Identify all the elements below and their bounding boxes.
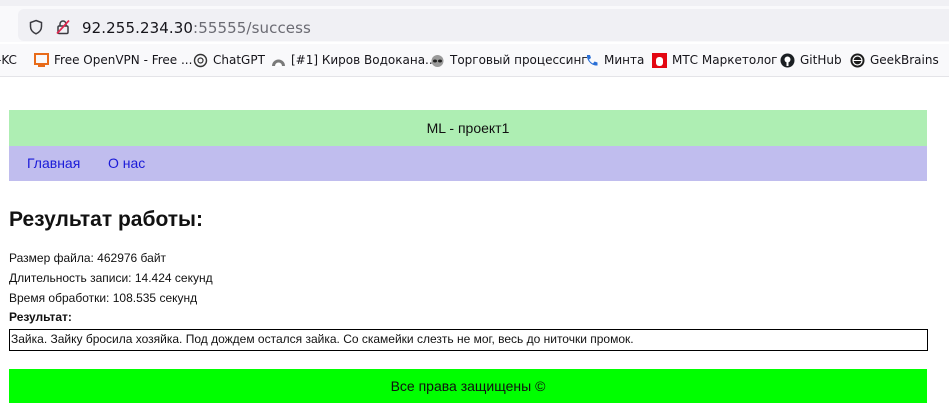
bookmark-label: -KC <box>0 53 17 67</box>
bookmark-item[interactable]: МТС Маркетолог <box>652 52 777 68</box>
url-text[interactable]: 92.255.234.30:55555/success <box>82 19 311 37</box>
address-bar[interactable]: 92.255.234.30:55555/success <box>18 9 949 41</box>
bookmark-label: ChatGPT <box>213 53 265 67</box>
bookmark-item[interactable]: ChatGPT <box>193 52 265 68</box>
bookmarks-toolbar: -KC Free OpenVPN - Free ... ChatGPT [#1]… <box>0 44 949 77</box>
file-size-text: Размер файла: 462976 байт <box>9 251 167 265</box>
bookmark-label: GitHub <box>800 53 842 67</box>
nav-link-about[interactable]: О нас <box>108 146 145 181</box>
mts-icon <box>652 52 667 68</box>
result-label: Результат: <box>9 310 72 324</box>
site-nav: Главная О нас <box>9 146 927 181</box>
duration-text: Длительность записи: 14.424 секунд <box>9 271 213 285</box>
site-header: ML - проект1 <box>9 110 927 146</box>
bookmark-item[interactable]: GitHub <box>780 52 842 68</box>
bookmark-label: Торговый процессинг <box>450 53 588 67</box>
url-path: :55555/success <box>193 19 311 37</box>
processing-time-text: Время обработки: 108.535 секунд <box>9 291 198 305</box>
bookmark-item[interactable]: [#1] Киров Водокана... <box>271 52 437 68</box>
shield-icon[interactable] <box>28 19 44 35</box>
site-footer: Все права защищены © <box>9 369 927 403</box>
geekbrains-icon <box>850 53 865 68</box>
bookmark-item[interactable]: GeekBrains <box>850 52 939 68</box>
nav-link-home[interactable]: Главная <box>27 146 80 181</box>
bookmark-item[interactable]: -KC <box>0 52 17 68</box>
insecure-lock-icon[interactable] <box>55 19 71 35</box>
bookmark-label: [#1] Киров Водокана... <box>291 53 437 67</box>
bookmark-label: GeekBrains <box>870 53 939 67</box>
browser-toolbar: 92.255.234.30:55555/success <box>0 6 949 42</box>
bookmark-label: Free OpenVPN - Free ... <box>54 53 193 67</box>
bookmark-item[interactable]: Free OpenVPN - Free ... <box>34 52 192 68</box>
raccoon-icon <box>430 53 445 68</box>
bookmark-item[interactable]: Торговый процессинг <box>430 52 588 68</box>
github-icon <box>780 53 795 68</box>
redmine-icon <box>271 53 286 68</box>
chatgpt-icon <box>193 53 208 68</box>
result-text-box: Зайка. Зайку бросила хозяйка. Под дождем… <box>9 329 928 351</box>
bookmark-label: МТС Маркетолог <box>672 53 778 67</box>
page-title: Результат работы: <box>9 208 203 231</box>
phone-icon <box>584 53 599 68</box>
bookmark-item[interactable]: Минта <box>584 52 644 68</box>
bookmark-label: Минта <box>604 53 645 67</box>
openvpn-icon <box>34 52 49 68</box>
url-host: 92.255.234.30 <box>82 19 194 37</box>
